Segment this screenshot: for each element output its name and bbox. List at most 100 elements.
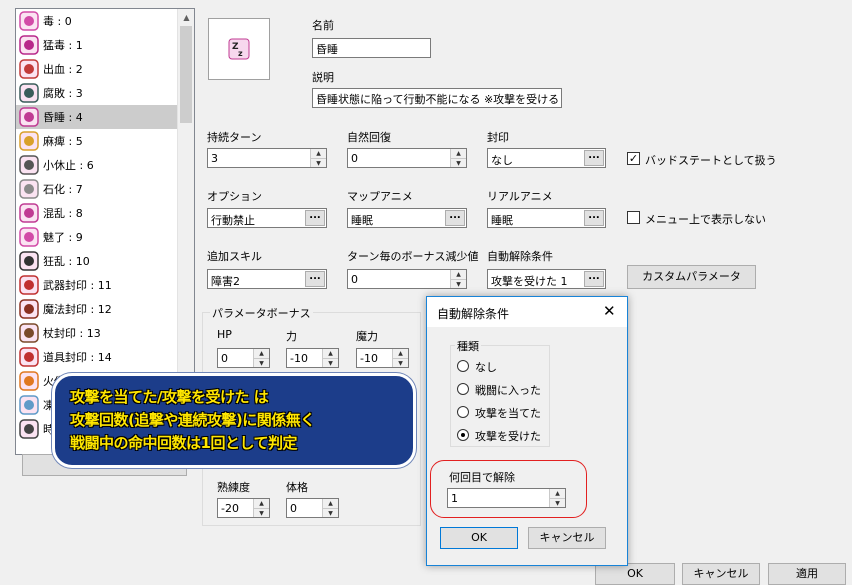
radio-hit-label: 攻撃を当てた [475,407,541,420]
bonus-decay-spinner[interactable]: 0 ▲ ▼ [347,269,467,289]
state-list-item[interactable]: 魅了 : 9 [16,225,178,249]
option-value: 行動禁止 [211,214,255,227]
hp-label: HP [217,328,232,341]
state-list-item[interactable]: 武器封印 : 11 [16,273,178,297]
radio-none-label: なし [475,361,497,374]
state-list-item[interactable]: 混乱 : 8 [16,201,178,225]
real-anime-label: リアルアニメ [487,190,553,203]
build-spinner[interactable]: 0 ▲ ▼ [286,498,339,518]
item-seal-icon [19,347,39,367]
add-skill-browse-button[interactable]: ... [305,271,325,287]
bonus-decay-value: 0 [351,273,358,286]
deadly-poison-icon [19,35,39,55]
callout-line-3: 戦闘中の命中回数は1回として判定 [70,434,298,452]
state-list-item[interactable]: 小休止 : 6 [16,153,178,177]
paralysis-icon [19,131,39,151]
svg-text:z: z [238,49,243,58]
state-list-item-label: 道具封印 : 14 [43,351,112,364]
parameter-bonus-label: パラメータボーナス [210,305,313,321]
real-anime-browse-button[interactable]: ... [584,210,604,226]
build-label: 体格 [286,481,308,494]
sleep-icon [19,107,39,127]
state-list-item[interactable]: 石化 : 7 [16,177,178,201]
strength-spinner[interactable]: -10 ▲ ▼ [286,348,339,368]
magic-value: -10 [360,352,378,365]
duration-spinner[interactable]: 3 ▲ ▼ [207,148,327,168]
radio-none[interactable] [457,360,469,372]
strength-label: 力 [286,330,297,343]
recovery-spinner[interactable]: 0 ▲ ▼ [347,148,467,168]
bad-status-label: バッドステートとして扱う [645,154,777,167]
state-list-item-label: 昏睡 : 4 [43,111,83,124]
dialog-title-bar: 自動解除条件 ✕ [427,297,627,327]
option-browse-button[interactable]: ... [305,210,325,226]
magic-label: 魔力 [356,330,378,343]
weapon-seal-icon [19,275,39,295]
seal-label: 封印 [487,131,509,144]
hide-menu-checkbox[interactable] [627,211,640,224]
map-anime-label: マップアニメ [347,190,413,203]
map-anime-picker[interactable]: 睡眠... [347,208,467,228]
auto-release-label: 自動解除条件 [487,250,553,263]
name-input[interactable]: 昏睡 [312,38,431,58]
time-icon [19,419,39,439]
map-anime-browse-button[interactable]: ... [445,210,465,226]
state-list-item-label: 杖封印 : 13 [43,327,101,340]
strength-value: -10 [290,352,308,365]
state-list-item[interactable]: 猛毒 : 1 [16,33,178,57]
auto-release-browse-button[interactable]: ... [584,271,604,287]
auto-release-dialog[interactable]: 自動解除条件 ✕ 種類 なし 戦闘に入った 攻撃を当てた 攻撃を受けた 何回目で… [426,296,628,566]
apply-button[interactable]: 適用 [768,563,846,585]
real-anime-picker[interactable]: 睡眠... [487,208,606,228]
state-list-item[interactable]: 魔法封印 : 12 [16,297,178,321]
auto-release-value: 攻撃を受けた 1 [491,275,568,288]
state-list-item-label: 魅了 : 9 [43,231,83,244]
hp-value: 0 [221,352,228,365]
scroll-up-arrow[interactable]: ▲ [178,9,194,26]
cancel-button[interactable]: キャンセル [682,563,760,585]
bad-status-checkbox[interactable]: ✓ [627,152,640,165]
duration-label: 持続ターン [207,131,262,144]
ok-button[interactable]: OK [595,563,675,585]
state-list-item-label: 毒 : 0 [43,15,72,28]
skill-spinner[interactable]: -20 ▲ ▼ [217,498,270,518]
radio-be-hit[interactable] [457,429,469,441]
dialog-ok-button[interactable]: OK [440,527,518,549]
state-list-item[interactable]: 腐敗 : 3 [16,81,178,105]
state-list-item[interactable]: 狂乱 : 10 [16,249,178,273]
type-group-label: 種類 [455,338,481,354]
skill-label: 熟練度 [217,481,250,494]
petrify-icon [19,179,39,199]
recovery-value: 0 [351,152,358,165]
dialog-cancel-button[interactable]: キャンセル [528,527,606,549]
option-label: オプション [207,190,262,203]
add-skill-picker[interactable]: 障害2... [207,269,327,289]
auto-release-picker[interactable]: 攻撃を受けた 1... [487,269,606,289]
hp-spinner[interactable]: 0 ▲ ▼ [217,348,270,368]
seal-picker[interactable]: なし... [487,148,606,168]
state-list-item[interactable]: 毒 : 0 [16,9,178,33]
state-list-item[interactable]: 出血 : 2 [16,57,178,81]
name-label: 名前 [312,19,334,32]
seal-browse-button[interactable]: ... [584,150,604,166]
staff-seal-icon [19,323,39,343]
state-list-item[interactable]: 道具封印 : 14 [16,345,178,369]
charm-icon [19,227,39,247]
radio-battle-start[interactable] [457,383,469,395]
sleep-icon: Z z [228,38,250,60]
state-list-item[interactable]: 昏睡 : 4 [16,105,178,129]
hide-menu-label: メニュー上で表示しない [645,213,766,226]
state-list-item[interactable]: 麻痺 : 5 [16,129,178,153]
scroll-thumb[interactable] [180,26,192,123]
description-input[interactable]: 昏睡状態に陥って行動不能になる ※攻撃を受けると [312,88,562,108]
close-icon[interactable]: ✕ [603,302,616,320]
poison-icon [19,11,39,31]
radio-hit[interactable] [457,406,469,418]
magic-spinner[interactable]: -10 ▲ ▼ [356,348,409,368]
duration-value: 3 [211,152,218,165]
state-list-item-label: 混乱 : 8 [43,207,83,220]
option-picker[interactable]: 行動禁止... [207,208,327,228]
custom-parameter-button[interactable]: カスタムパラメータ [627,265,756,289]
state-icon-preview[interactable]: Z z [208,18,270,80]
state-list-item[interactable]: 杖封印 : 13 [16,321,178,345]
